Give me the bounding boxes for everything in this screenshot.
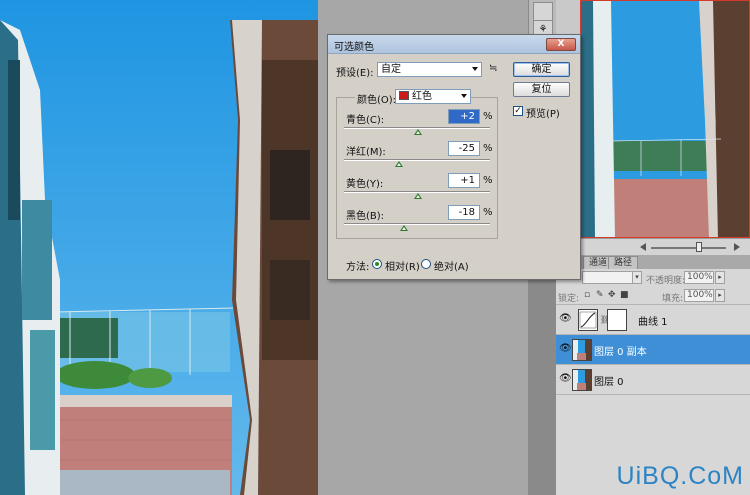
opacity-field[interactable]: 100%: [684, 271, 714, 284]
zoom-slider-track[interactable]: [651, 247, 726, 249]
percent-sign: %: [483, 111, 493, 122]
slider-handle[interactable]: [394, 161, 403, 167]
slider-value-field[interactable]: -18: [448, 205, 480, 220]
slider-handle[interactable]: [413, 193, 422, 199]
layer-thumbnail-image: [573, 370, 591, 390]
lock-transparent-icon[interactable]: ▫: [584, 290, 590, 300]
slider-label: 青色(C):: [346, 115, 385, 126]
layer-mask-thumbnail: [607, 309, 627, 331]
colors-label: 颜色(O):: [355, 91, 399, 106]
layer-list-divider: [556, 394, 750, 395]
layer-row-curves[interactable]: 👁 ⛓ 曲线 1: [556, 304, 750, 334]
layer-name: 曲线 1: [638, 317, 668, 328]
zoom-slider-handle[interactable]: [696, 242, 702, 252]
slider-value-field[interactable]: +2: [448, 109, 480, 124]
fill-field[interactable]: 100%: [684, 289, 714, 302]
opacity-label: 不透明度:: [646, 276, 686, 286]
layer-name: 图层 0: [594, 377, 624, 388]
dialog-titlebar[interactable]: 可选颜色 X: [328, 35, 580, 54]
preset-select[interactable]: 自定: [377, 62, 482, 77]
percent-sign: %: [483, 175, 493, 186]
dialog-title: 可选颜色: [334, 42, 374, 53]
layer-thumbnail: [572, 369, 592, 391]
preset-value: 自定: [381, 64, 401, 75]
layer-thumbnail: [572, 339, 592, 361]
method-relative-radio[interactable]: [372, 259, 382, 269]
lock-pixels-icon[interactable]: ✎: [596, 290, 604, 300]
opacity-arrow-icon[interactable]: ▸: [715, 271, 725, 284]
slider-handle[interactable]: [414, 129, 423, 135]
method-absolute-radio[interactable]: [421, 259, 431, 269]
colors-select[interactable]: 红色: [395, 89, 471, 104]
slider-label: 黑色(B):: [346, 211, 385, 222]
preview-label: 预览(P): [526, 109, 560, 120]
layer-row-base[interactable]: 👁 图层 0: [556, 364, 750, 394]
document-canvas[interactable]: [0, 0, 318, 495]
navigator-image: [581, 1, 749, 237]
adjustment-thumbnail: [578, 309, 598, 331]
layers-panel: 通道 路径 ▾ 不透明度: 100% ▸ 锁定: ▫ ✎ ✥ ■ 填充: 100…: [556, 255, 750, 495]
fill-arrow-icon[interactable]: ▸: [715, 289, 725, 302]
slider-label: 黄色(Y):: [346, 179, 384, 190]
blend-row: ▾ 不透明度: 100% ▸: [556, 270, 750, 286]
navigator-panel: [556, 0, 750, 255]
close-button[interactable]: X: [546, 38, 576, 51]
preview-checkbox[interactable]: ✓: [513, 106, 523, 116]
layer-row-copy[interactable]: 👁 图层 0 副本: [556, 334, 750, 364]
red-swatch: [399, 91, 409, 100]
curves-icon: [579, 311, 597, 329]
slider-value-field[interactable]: -25: [448, 141, 480, 156]
method-label: 方法:: [346, 262, 370, 273]
zoom-out-icon[interactable]: [640, 243, 646, 251]
zoom-in-icon[interactable]: [734, 243, 740, 251]
ok-button[interactable]: 确定: [513, 62, 570, 77]
percent-sign: %: [483, 207, 493, 218]
layer-name: 图层 0 副本: [594, 347, 647, 358]
panel-toggle-button[interactable]: [533, 2, 553, 22]
eye-icon[interactable]: 👁: [559, 313, 572, 325]
lock-icon[interactable]: ■: [620, 290, 629, 300]
panel-tabs: 通道 路径: [556, 255, 750, 269]
eye-icon[interactable]: 👁: [559, 373, 572, 385]
method-absolute-label: 绝对(A): [434, 262, 469, 273]
preset-options-icon[interactable]: ≒: [489, 63, 497, 74]
watermark: UiBQ.CoM: [616, 462, 744, 490]
navigator-zoom-bar: [556, 238, 750, 255]
preset-label: 预设(E):: [336, 68, 374, 79]
lock-position-icon[interactable]: ✥: [608, 290, 616, 300]
reset-button[interactable]: 复位: [513, 82, 570, 97]
eye-icon[interactable]: 👁: [559, 343, 572, 355]
percent-sign: %: [483, 143, 493, 154]
lock-row: 锁定: ▫ ✎ ✥ ■ 填充: 100% ▸: [556, 288, 750, 304]
colors-value: 红色: [412, 91, 432, 102]
layer-thumbnail-image: [573, 340, 591, 360]
chevron-down-icon: [472, 67, 478, 71]
selective-color-dialog: 可选颜色 X 预设(E): 自定 ≒ 确定 复位 ✓ 预览(P) 颜色(O): …: [327, 34, 581, 280]
method-relative-label: 相对(R): [385, 262, 420, 273]
fill-label: 填充:: [662, 294, 684, 304]
canvas-image: [0, 0, 318, 495]
lock-label: 锁定:: [558, 294, 580, 304]
slider-label: 洋红(M):: [346, 147, 386, 158]
navigator-thumbnail[interactable]: [580, 0, 750, 238]
chevron-down-icon: [461, 94, 467, 98]
slider-value-field[interactable]: +1: [448, 173, 480, 188]
tab-paths[interactable]: 路径: [608, 256, 639, 269]
slider-track[interactable]: [344, 159, 490, 161]
slider-handle[interactable]: [399, 225, 408, 231]
blend-mode-arrow-icon[interactable]: ▾: [632, 271, 642, 284]
slider-track[interactable]: [344, 223, 490, 225]
